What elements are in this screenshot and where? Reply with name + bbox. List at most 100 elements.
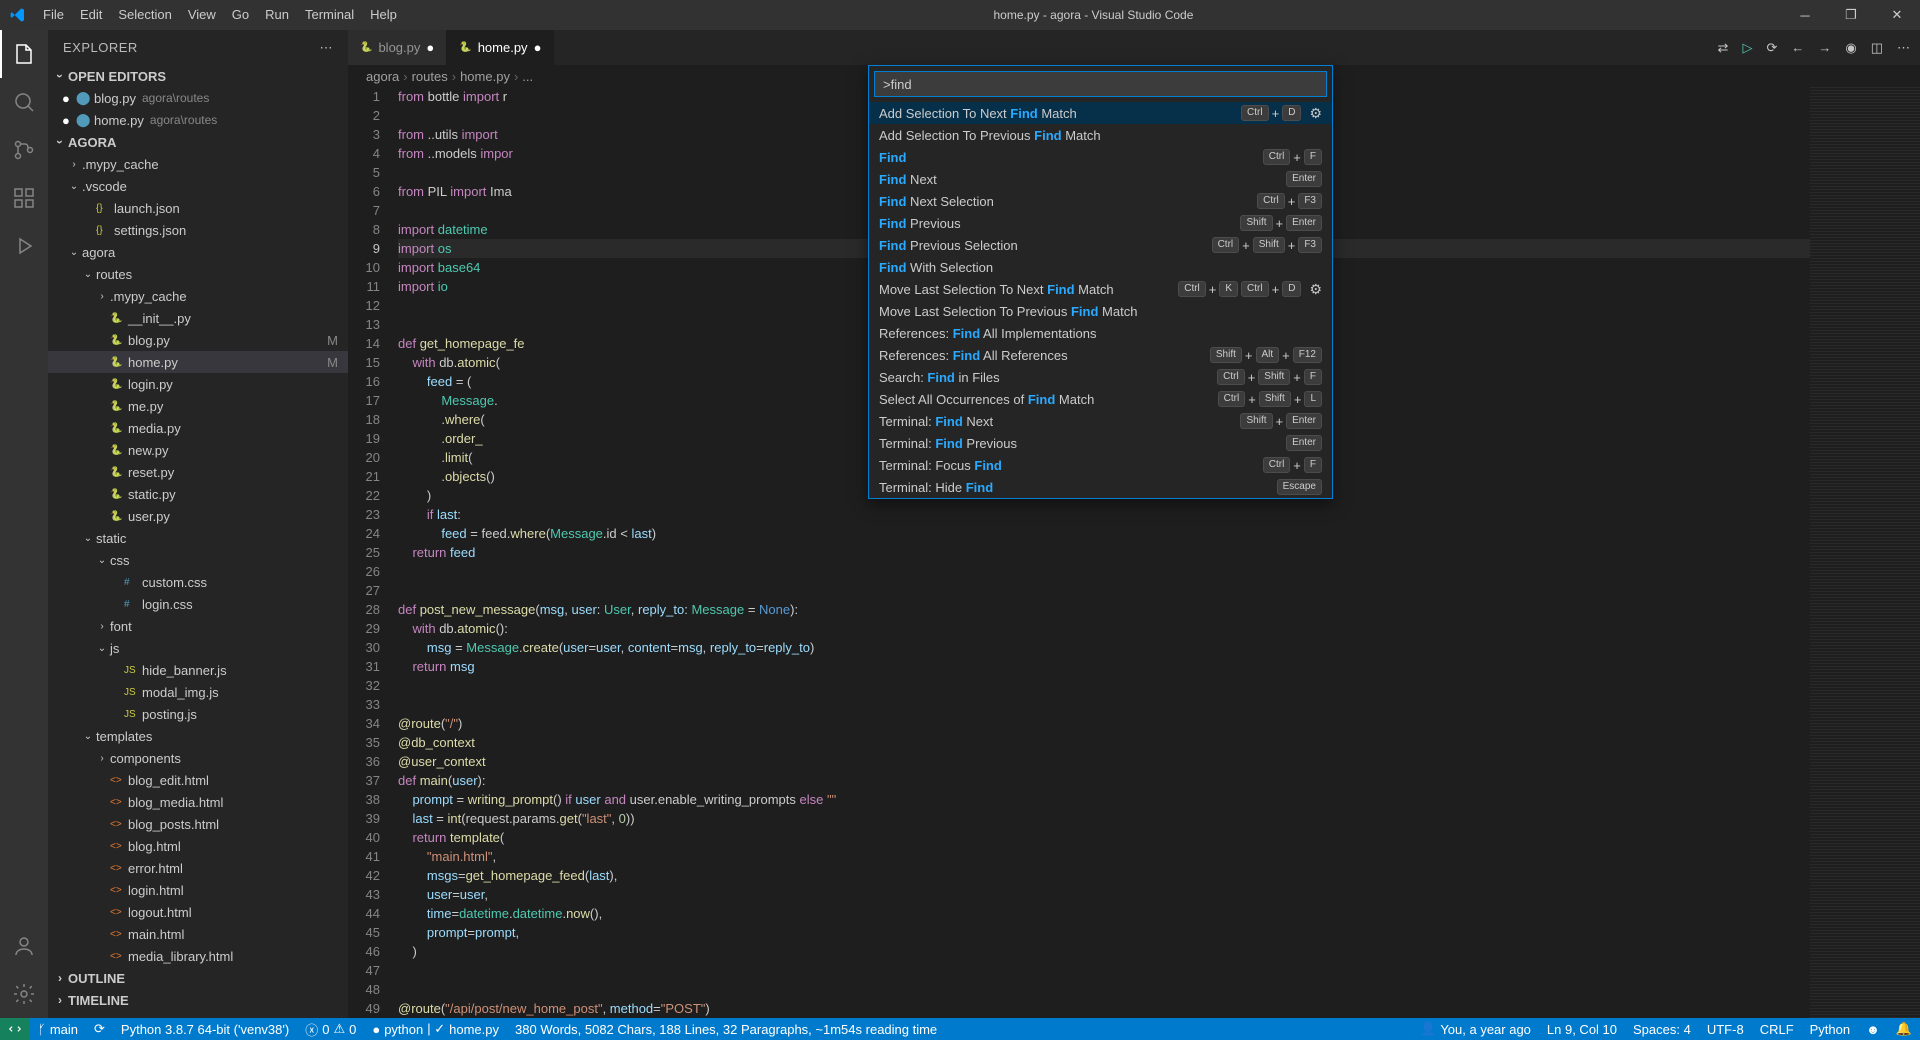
menu-file[interactable]: File: [35, 0, 72, 30]
word-count[interactable]: 380 Words, 5082 Chars, 188 Lines, 32 Par…: [507, 1018, 945, 1040]
file-item[interactable]: <>media_library.html: [48, 945, 348, 967]
file-item[interactable]: 🐍me.py: [48, 395, 348, 417]
run-debug-icon[interactable]: [0, 222, 48, 270]
file-item[interactable]: <>main.html: [48, 923, 348, 945]
folder-item[interactable]: ⌄ js: [48, 637, 348, 659]
command-palette-item[interactable]: Add Selection To Previous Find Match: [869, 124, 1332, 146]
command-palette-item[interactable]: Move Last Selection To Next Find MatchCt…: [869, 278, 1332, 300]
gear-icon[interactable]: ⚙: [1309, 105, 1322, 122]
tab-home-py[interactable]: 🐍home.py ●: [447, 30, 554, 65]
file-item[interactable]: <>blog.html: [48, 835, 348, 857]
file-item[interactable]: 🐍reset.py: [48, 461, 348, 483]
menu-go[interactable]: Go: [224, 0, 257, 30]
file-item[interactable]: <>login.html: [48, 879, 348, 901]
extensions-icon[interactable]: [0, 174, 48, 222]
command-palette-item[interactable]: Terminal: Find NextShift+Enter: [869, 410, 1332, 432]
file-item[interactable]: <>error.html: [48, 857, 348, 879]
file-item[interactable]: <>blog_edit.html: [48, 769, 348, 791]
command-palette-item[interactable]: Select All Occurrences of Find MatchCtrl…: [869, 388, 1332, 410]
folder-item[interactable]: › font: [48, 615, 348, 637]
file-item[interactable]: 🐍static.py: [48, 483, 348, 505]
minimap[interactable]: [1810, 87, 1920, 1018]
menu-edit[interactable]: Edit: [72, 0, 110, 30]
command-palette-item[interactable]: Search: Find in FilesCtrl+Shift+F: [869, 366, 1332, 388]
command-palette-item[interactable]: Find NextEnter: [869, 168, 1332, 190]
prev-icon[interactable]: ←: [1791, 40, 1804, 55]
file-item[interactable]: #login.css: [48, 593, 348, 615]
debug-run-icon[interactable]: ⟳: [1766, 40, 1777, 56]
next-icon[interactable]: →: [1818, 40, 1831, 55]
command-palette-item[interactable]: Find PreviousShift+Enter: [869, 212, 1332, 234]
file-item[interactable]: 🐍new.py: [48, 439, 348, 461]
git-blame[interactable]: 👤 You, a year ago: [1412, 1018, 1539, 1040]
command-palette-item[interactable]: Find Previous SelectionCtrl+Shift+F3: [869, 234, 1332, 256]
file-item[interactable]: <>blog_posts.html: [48, 813, 348, 835]
split-icon[interactable]: ◫: [1871, 40, 1883, 56]
file-item[interactable]: {}launch.json: [48, 197, 348, 219]
settings-gear-icon[interactable]: [0, 970, 48, 1018]
menu-view[interactable]: View: [180, 0, 224, 30]
problems[interactable]: ⓧ 0 ⚠ 0: [297, 1018, 364, 1040]
command-palette-item[interactable]: Terminal: Hide FindEscape: [869, 476, 1332, 498]
command-palette-item[interactable]: FindCtrl+F: [869, 146, 1332, 168]
breadcrumb-item[interactable]: home.py: [460, 69, 510, 84]
outline-section[interactable]: ›OUTLINE: [48, 967, 348, 989]
menu-help[interactable]: Help: [362, 0, 405, 30]
open-editor-item[interactable]: ●⬤ blog.pyagora\routes: [48, 87, 348, 109]
folder-item[interactable]: ⌄ templates: [48, 725, 348, 747]
menu-terminal[interactable]: Terminal: [297, 0, 362, 30]
encoding[interactable]: UTF-8: [1699, 1018, 1752, 1040]
open-editor-item[interactable]: ●⬤ home.pyagora\routes: [48, 109, 348, 131]
command-palette-item[interactable]: Terminal: Find PreviousEnter: [869, 432, 1332, 454]
command-palette-item[interactable]: Move Last Selection To Previous Find Mat…: [869, 300, 1332, 322]
file-item[interactable]: JSmodal_img.js: [48, 681, 348, 703]
command-palette-item[interactable]: Terminal: Focus FindCtrl+F: [869, 454, 1332, 476]
command-palette-item[interactable]: Find Next SelectionCtrl+F3: [869, 190, 1332, 212]
eol[interactable]: CRLF: [1752, 1018, 1802, 1040]
compare-icon[interactable]: ⇄: [1718, 40, 1729, 56]
folder-item[interactable]: › components: [48, 747, 348, 769]
gear-icon[interactable]: ⚙: [1309, 281, 1322, 298]
file-item[interactable]: 🐍user.py: [48, 505, 348, 527]
command-palette-item[interactable]: References: Find All Implementations: [869, 322, 1332, 344]
menu-selection[interactable]: Selection: [110, 0, 179, 30]
file-item[interactable]: 🐍blog.py M: [48, 329, 348, 351]
file-item[interactable]: JShide_banner.js: [48, 659, 348, 681]
more-actions-icon[interactable]: ⋯: [1897, 40, 1910, 56]
git-branch[interactable]: ᚶ main: [30, 1018, 86, 1040]
command-palette-input[interactable]: [874, 71, 1327, 97]
indentation[interactable]: Spaces: 4: [1625, 1018, 1699, 1040]
file-item[interactable]: <>blog_media.html: [48, 791, 348, 813]
folder-item[interactable]: ⌄ agora: [48, 241, 348, 263]
explorer-icon[interactable]: [0, 30, 48, 78]
tab-blog-py[interactable]: 🐍blog.py ●: [348, 30, 447, 65]
sync-button[interactable]: ⟳: [86, 1018, 113, 1040]
search-icon[interactable]: [0, 78, 48, 126]
timeline-section[interactable]: ›TIMELINE: [48, 989, 348, 1011]
timer-icon[interactable]: ◉: [1845, 40, 1856, 56]
language-status[interactable]: ● python | ✓ home.py: [364, 1018, 507, 1040]
folder-item[interactable]: ⌄ static: [48, 527, 348, 549]
close-button[interactable]: ✕: [1874, 0, 1920, 30]
breadcrumb-item[interactable]: routes: [412, 69, 448, 84]
cursor-position[interactable]: Ln 9, Col 10: [1539, 1018, 1625, 1040]
minimize-button[interactable]: ─: [1782, 0, 1828, 30]
folder-item[interactable]: ⌄ routes: [48, 263, 348, 285]
account-icon[interactable]: [0, 922, 48, 970]
folder-item[interactable]: ⌄ .vscode: [48, 175, 348, 197]
run-icon[interactable]: ▷: [1742, 40, 1752, 56]
file-item[interactable]: <>logout.html: [48, 901, 348, 923]
open-editors-section[interactable]: ›OPEN EDITORS: [48, 65, 348, 87]
file-item[interactable]: #custom.css: [48, 571, 348, 593]
maximize-button[interactable]: ❐: [1828, 0, 1874, 30]
source-control-icon[interactable]: [0, 126, 48, 174]
file-item[interactable]: 🐍login.py: [48, 373, 348, 395]
language-mode[interactable]: Python: [1802, 1018, 1858, 1040]
file-item[interactable]: 🐍home.py M: [48, 351, 348, 373]
folder-item[interactable]: › .mypy_cache: [48, 153, 348, 175]
command-palette-item[interactable]: Find With Selection: [869, 256, 1332, 278]
command-palette-item[interactable]: Add Selection To Next Find MatchCtrl+D⚙: [869, 102, 1332, 124]
breadcrumb-item[interactable]: agora: [366, 69, 399, 84]
notifications-icon[interactable]: 🔔: [1888, 1018, 1920, 1040]
file-item[interactable]: JSposting.js: [48, 703, 348, 725]
